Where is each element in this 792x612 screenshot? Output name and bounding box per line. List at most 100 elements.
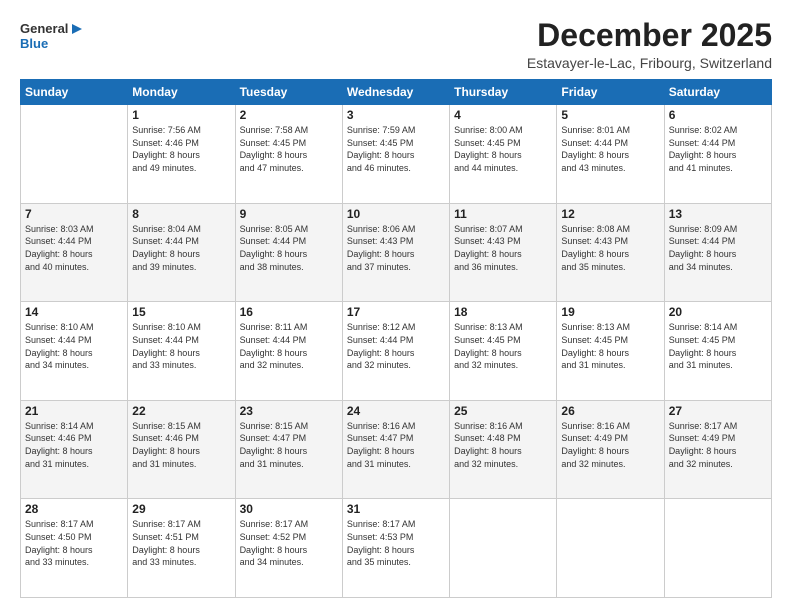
table-row: 31 Sunrise: 8:17 AM Sunset: 4:53 PM Dayli… xyxy=(342,499,449,598)
day-number: 30 xyxy=(240,502,338,516)
table-row: 6Sunrise: 8:02 AM Sunset: 4:44 PM Daylig… xyxy=(664,105,771,204)
day-number: 2 xyxy=(240,108,338,122)
table-row: 20 Sunrise: 8:14 AM Sunset: 4:45 PM Dayli… xyxy=(664,302,771,401)
day-number: 15 xyxy=(132,305,230,319)
logo: General Blue xyxy=(20,22,84,52)
table-row: 18Sunrise: 8:13 AM Sunset: 4:45 PM Dayli… xyxy=(450,302,557,401)
day-info: Sunrise: 8:14 AM Sunset: 4:45 PM Dayligh… xyxy=(669,321,767,371)
table-row: 21Sunrise: 8:14 AM Sunset: 4:46 PM Dayli… xyxy=(21,400,128,499)
day-info: Sunrise: 8:16 AM Sunset: 4:48 PM Dayligh… xyxy=(454,420,552,470)
day-number: 25 xyxy=(454,404,552,418)
table-row: 27 Sunrise: 8:17 AM Sunset: 4:49 PM Dayli… xyxy=(664,400,771,499)
day-info: Sunrise: 8:13 AM Sunset: 4:45 PM Dayligh… xyxy=(561,321,659,371)
day-number: 20 xyxy=(669,305,767,319)
day-info: Sunrise: 8:04 AM Sunset: 4:44 PM Dayligh… xyxy=(132,223,230,273)
table-row: 15 Sunrise: 8:10 AM Sunset: 4:44 PM Dayli… xyxy=(128,302,235,401)
day-number: 24 xyxy=(347,404,445,418)
col-tuesday: Tuesday xyxy=(235,80,342,105)
day-info: Sunrise: 8:15 AM Sunset: 4:47 PM Dayligh… xyxy=(240,420,338,470)
day-info: Sunrise: 8:17 AM Sunset: 4:52 PM Dayligh… xyxy=(240,518,338,568)
day-number: 27 xyxy=(669,404,767,418)
day-info: Sunrise: 8:11 AM Sunset: 4:44 PM Dayligh… xyxy=(240,321,338,371)
table-row: 19 Sunrise: 8:13 AM Sunset: 4:45 PM Dayli… xyxy=(557,302,664,401)
table-row: 24 Sunrise: 8:16 AM Sunset: 4:47 PM Dayli… xyxy=(342,400,449,499)
day-info: Sunrise: 8:08 AM Sunset: 4:43 PM Dayligh… xyxy=(561,223,659,273)
day-info: Sunrise: 8:02 AM Sunset: 4:44 PM Dayligh… xyxy=(669,124,767,174)
day-number: 8 xyxy=(132,207,230,221)
table-row: 8 Sunrise: 8:04 AM Sunset: 4:44 PM Daylig… xyxy=(128,203,235,302)
title-block: December 2025 Estavayer-le-Lac, Fribourg… xyxy=(527,18,772,71)
day-info: Sunrise: 8:15 AM Sunset: 4:46 PM Dayligh… xyxy=(132,420,230,470)
day-info: Sunrise: 8:10 AM Sunset: 4:44 PM Dayligh… xyxy=(25,321,123,371)
col-sunday: Sunday xyxy=(21,80,128,105)
logo-label-blue: Blue xyxy=(20,37,48,52)
location: Estavayer-le-Lac, Fribourg, Switzerland xyxy=(527,55,772,71)
day-info: Sunrise: 8:17 AM Sunset: 4:53 PM Dayligh… xyxy=(347,518,445,568)
day-info: Sunrise: 8:10 AM Sunset: 4:44 PM Dayligh… xyxy=(132,321,230,371)
calendar-table: Sunday Monday Tuesday Wednesday Thursday… xyxy=(20,79,772,598)
page: General Blue December 2025 Estavayer-le-… xyxy=(0,0,792,612)
table-row: 13 Sunrise: 8:09 AM Sunset: 4:44 PM Dayli… xyxy=(664,203,771,302)
col-thursday: Thursday xyxy=(450,80,557,105)
day-info: Sunrise: 8:17 AM Sunset: 4:50 PM Dayligh… xyxy=(25,518,123,568)
day-info: Sunrise: 7:58 AM Sunset: 4:45 PM Dayligh… xyxy=(240,124,338,174)
day-number: 16 xyxy=(240,305,338,319)
table-row xyxy=(557,499,664,598)
day-info: Sunrise: 8:07 AM Sunset: 4:43 PM Dayligh… xyxy=(454,223,552,273)
day-info: Sunrise: 8:01 AM Sunset: 4:44 PM Dayligh… xyxy=(561,124,659,174)
table-row: 29Sunrise: 8:17 AM Sunset: 4:51 PM Dayli… xyxy=(128,499,235,598)
day-info: Sunrise: 7:56 AM Sunset: 4:46 PM Dayligh… xyxy=(132,124,230,174)
col-friday: Friday xyxy=(557,80,664,105)
table-row xyxy=(664,499,771,598)
table-row: 3Sunrise: 7:59 AM Sunset: 4:45 PM Daylig… xyxy=(342,105,449,204)
day-number: 19 xyxy=(561,305,659,319)
table-row: 7 Sunrise: 8:03 AM Sunset: 4:44 PM Daylig… xyxy=(21,203,128,302)
table-row: 23Sunrise: 8:15 AM Sunset: 4:47 PM Dayli… xyxy=(235,400,342,499)
table-row: 4 Sunrise: 8:00 AM Sunset: 4:45 PM Daylig… xyxy=(450,105,557,204)
day-number: 4 xyxy=(454,108,552,122)
table-row: 17Sunrise: 8:12 AM Sunset: 4:44 PM Dayli… xyxy=(342,302,449,401)
day-info: Sunrise: 8:09 AM Sunset: 4:44 PM Dayligh… xyxy=(669,223,767,273)
calendar-week-row: 7 Sunrise: 8:03 AM Sunset: 4:44 PM Daylig… xyxy=(21,203,772,302)
table-row: 14 Sunrise: 8:10 AM Sunset: 4:44 PM Dayli… xyxy=(21,302,128,401)
day-info: Sunrise: 8:05 AM Sunset: 4:44 PM Dayligh… xyxy=(240,223,338,273)
table-row: 26Sunrise: 8:16 AM Sunset: 4:49 PM Dayli… xyxy=(557,400,664,499)
day-number: 31 xyxy=(347,502,445,516)
table-row xyxy=(450,499,557,598)
day-info: Sunrise: 8:00 AM Sunset: 4:45 PM Dayligh… xyxy=(454,124,552,174)
day-number: 14 xyxy=(25,305,123,319)
day-info: Sunrise: 8:16 AM Sunset: 4:47 PM Dayligh… xyxy=(347,420,445,470)
day-info: Sunrise: 8:17 AM Sunset: 4:49 PM Dayligh… xyxy=(669,420,767,470)
table-row xyxy=(21,105,128,204)
day-info: Sunrise: 8:06 AM Sunset: 4:43 PM Dayligh… xyxy=(347,223,445,273)
table-row: 16 Sunrise: 8:11 AM Sunset: 4:44 PM Dayli… xyxy=(235,302,342,401)
col-monday: Monday xyxy=(128,80,235,105)
day-number: 9 xyxy=(240,207,338,221)
calendar-header-row: Sunday Monday Tuesday Wednesday Thursday… xyxy=(21,80,772,105)
table-row: 25 Sunrise: 8:16 AM Sunset: 4:48 PM Dayli… xyxy=(450,400,557,499)
calendar-week-row: 1 Sunrise: 7:56 AM Sunset: 4:46 PM Daylig… xyxy=(21,105,772,204)
logo-text-block: General Blue xyxy=(20,22,84,52)
calendar-week-row: 28Sunrise: 8:17 AM Sunset: 4:50 PM Dayli… xyxy=(21,499,772,598)
day-number: 13 xyxy=(669,207,767,221)
table-row: 22 Sunrise: 8:15 AM Sunset: 4:46 PM Dayli… xyxy=(128,400,235,499)
day-number: 22 xyxy=(132,404,230,418)
header: General Blue December 2025 Estavayer-le-… xyxy=(20,18,772,71)
day-number: 12 xyxy=(561,207,659,221)
table-row: 10 Sunrise: 8:06 AM Sunset: 4:43 PM Dayli… xyxy=(342,203,449,302)
table-row: 12 Sunrise: 8:08 AM Sunset: 4:43 PM Dayli… xyxy=(557,203,664,302)
table-row: 11Sunrise: 8:07 AM Sunset: 4:43 PM Dayli… xyxy=(450,203,557,302)
table-row: 1 Sunrise: 7:56 AM Sunset: 4:46 PM Daylig… xyxy=(128,105,235,204)
day-info: Sunrise: 8:14 AM Sunset: 4:46 PM Dayligh… xyxy=(25,420,123,470)
col-wednesday: Wednesday xyxy=(342,80,449,105)
day-number: 3 xyxy=(347,108,445,122)
col-saturday: Saturday xyxy=(664,80,771,105)
table-row: 2 Sunrise: 7:58 AM Sunset: 4:45 PM Daylig… xyxy=(235,105,342,204)
day-number: 29 xyxy=(132,502,230,516)
day-number: 7 xyxy=(25,207,123,221)
day-number: 10 xyxy=(347,207,445,221)
logo-triangle-icon xyxy=(70,22,84,36)
day-info: Sunrise: 8:13 AM Sunset: 4:45 PM Dayligh… xyxy=(454,321,552,371)
day-info: Sunrise: 8:03 AM Sunset: 4:44 PM Dayligh… xyxy=(25,223,123,273)
day-number: 1 xyxy=(132,108,230,122)
